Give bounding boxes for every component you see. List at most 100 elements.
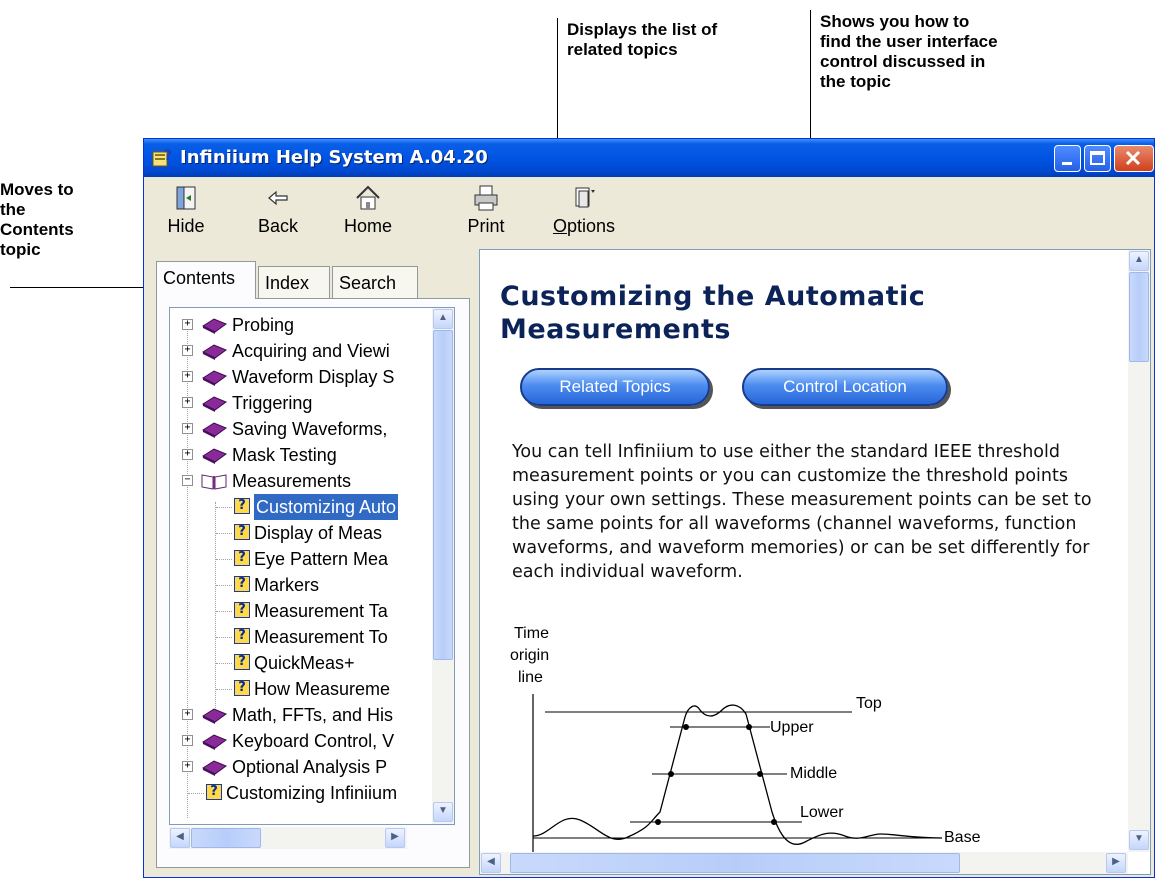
- related-topics-label: Related Topics: [559, 377, 671, 396]
- close-button[interactable]: [1114, 145, 1154, 172]
- scroll-right-button[interactable]: ▶: [385, 828, 405, 848]
- related-topics-button[interactable]: Related Topics: [520, 368, 710, 406]
- tree-connector: [216, 689, 232, 690]
- hide-button[interactable]: Hide: [150, 181, 222, 243]
- tree-topic-item[interactable]: ? Customizing Auto: [216, 494, 432, 520]
- options-label: Options: [552, 216, 616, 236]
- tree-topic-item[interactable]: ? QuickMeas+: [216, 650, 432, 676]
- waveform-curve: [532, 704, 943, 845]
- back-arrow-icon: [268, 190, 288, 206]
- scroll-thumb[interactable]: [433, 330, 453, 660]
- help-topic-icon: ?: [234, 654, 250, 670]
- expand-icon[interactable]: +: [182, 397, 193, 408]
- home-icon: [356, 185, 380, 210]
- tab-index[interactable]: Index: [258, 266, 330, 298]
- tree-topic-item[interactable]: ? Measurement To: [216, 624, 432, 650]
- tree-topic-item[interactable]: ? Markers: [216, 572, 432, 598]
- book-icon: [201, 396, 228, 412]
- tree-book-item[interactable]: + Keyboard Control, V: [170, 728, 432, 754]
- maximize-icon: [1090, 151, 1105, 165]
- threshold-diagram: Time origin line Top Upper Middle Lower: [510, 625, 981, 852]
- expand-icon[interactable]: +: [182, 761, 193, 772]
- tree-item-label: Measurement To: [254, 627, 388, 647]
- help-topic-icon: ?: [234, 576, 250, 592]
- callout-control-location: Shows you how to find the user interface…: [820, 12, 998, 91]
- expand-icon[interactable]: +: [182, 345, 193, 356]
- tree-horizontal-scrollbar[interactable]: ◀ ▶: [169, 827, 407, 849]
- expand-icon[interactable]: +: [182, 423, 193, 434]
- tree-topic-item[interactable]: ? How Measureme: [216, 676, 432, 702]
- scroll-down-button[interactable]: ▼: [433, 802, 453, 822]
- tree-book-item[interactable]: + Waveform Display S: [170, 364, 432, 390]
- tree-connector: [188, 793, 204, 794]
- content-scroll-left-button[interactable]: ◀: [481, 853, 501, 873]
- help-app-icon: ?: [152, 148, 172, 167]
- collapse-icon[interactable]: −: [182, 475, 193, 486]
- tree-book-item[interactable]: + Math, FFTs, and His: [170, 702, 432, 728]
- scroll-up-button[interactable]: ▲: [433, 309, 453, 329]
- toolbar: Hide Back Home Print Options: [144, 177, 1154, 249]
- callout-related-topics: Displays the list of related topics: [567, 20, 718, 59]
- navigation-pane: Contents Index Search + Probing + Acquiring…: [154, 249, 474, 869]
- callout-contents: Moves to the Contents topic: [0, 180, 74, 259]
- expand-icon[interactable]: +: [182, 319, 193, 330]
- tree-topic-item[interactable]: ? Customizing Infiniium: [188, 780, 432, 806]
- tree-connector: [216, 637, 232, 638]
- help-topic-icon: ?: [234, 680, 250, 696]
- tree-item-label: Optional Analysis P: [232, 757, 388, 777]
- tree-book-item[interactable]: + Optional Analysis P: [170, 754, 432, 780]
- content-vertical-scrollbar[interactable]: ▲ ▼: [1128, 250, 1150, 852]
- tree-topic-item[interactable]: ? Display of Meas: [216, 520, 432, 546]
- origin-label-1: Time: [514, 625, 549, 642]
- crossing-marker: [668, 771, 674, 777]
- tree-book-item[interactable]: + Acquiring and Viewi: [170, 338, 432, 364]
- content-h-scroll-thumb[interactable]: [510, 853, 960, 873]
- tree-topic-item[interactable]: ? Eye Pattern Mea: [216, 546, 432, 572]
- contents-tree[interactable]: + Probing + Acquiring and Viewi + Waveform Di…: [169, 307, 455, 825]
- tree-book-item[interactable]: − Measurements: [170, 468, 432, 494]
- minimize-button[interactable]: [1054, 145, 1081, 172]
- tree-book-item[interactable]: + Triggering: [170, 390, 432, 416]
- expand-icon[interactable]: +: [182, 449, 193, 460]
- control-location-button[interactable]: Control Location: [742, 368, 948, 406]
- tree-book-item[interactable]: + Mask Testing: [170, 442, 432, 468]
- topic-content-pane: Customizing the Automatic Measurements R…: [479, 249, 1151, 875]
- tree-item-label: Customizing Auto: [254, 494, 399, 520]
- tree-vertical-scrollbar[interactable]: ▲ ▼: [432, 308, 454, 824]
- maximize-button[interactable]: [1084, 145, 1111, 172]
- tree-item-label: Saving Waveforms,: [232, 419, 388, 439]
- print-button[interactable]: Print: [450, 181, 522, 243]
- tab-contents[interactable]: Contents: [156, 261, 256, 299]
- content-horizontal-scrollbar[interactable]: ◀ ▶: [480, 852, 1128, 874]
- help-topic-icon: ?: [234, 602, 250, 618]
- book-icon: [201, 708, 228, 724]
- expand-icon[interactable]: +: [182, 735, 193, 746]
- tree-item-label: Acquiring and Viewi: [232, 341, 390, 361]
- back-button[interactable]: Back: [242, 181, 314, 243]
- content-scroll-up-button[interactable]: ▲: [1129, 251, 1149, 271]
- expand-icon[interactable]: +: [182, 709, 193, 720]
- crossing-marker: [683, 724, 689, 730]
- close-icon: [1125, 150, 1141, 166]
- help-topic-icon: ?: [234, 498, 250, 514]
- h-scroll-thumb[interactable]: [191, 828, 261, 848]
- tab-search[interactable]: Search: [332, 266, 418, 298]
- topic-title: Customizing the Automatic Measurements: [500, 281, 926, 345]
- content-scroll-down-button[interactable]: ▼: [1129, 830, 1149, 850]
- scroll-left-button[interactable]: ◀: [170, 828, 190, 848]
- tree-connector: [216, 611, 232, 612]
- open-book-icon: [201, 474, 227, 490]
- title-bar[interactable]: ? Infiniium Help System A.04.20: [144, 139, 1154, 177]
- tree-topic-item[interactable]: ? Measurement Ta: [216, 598, 432, 624]
- tree-book-item[interactable]: + Saving Waveforms,: [170, 416, 432, 442]
- options-button[interactable]: Options: [548, 181, 620, 243]
- content-scroll-right-button[interactable]: ▶: [1106, 853, 1126, 873]
- options-icon: [575, 187, 595, 208]
- crossing-marker: [771, 819, 777, 825]
- expand-icon[interactable]: +: [182, 371, 193, 382]
- tab-contents-label: Contents: [163, 268, 236, 288]
- tree-book-item[interactable]: + Probing: [170, 312, 432, 338]
- tree-item-label: Display of Meas: [254, 523, 383, 543]
- content-scroll-thumb[interactable]: [1129, 272, 1149, 362]
- home-button[interactable]: Home: [332, 181, 404, 243]
